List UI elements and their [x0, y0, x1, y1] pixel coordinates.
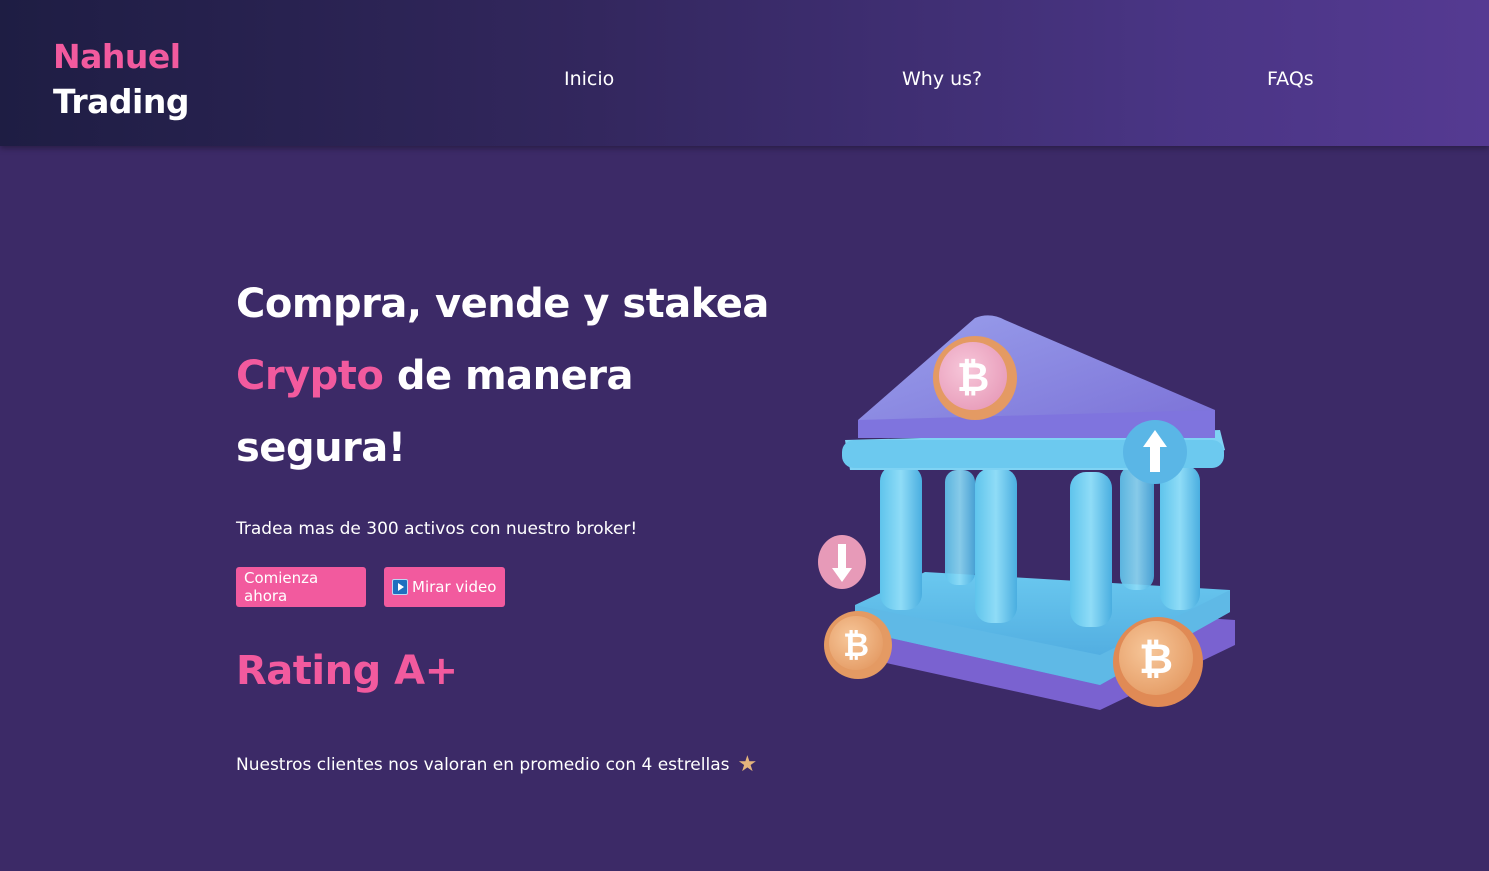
- brand-name-line2: Trading: [53, 82, 189, 121]
- hero-title-line2: de manera: [383, 353, 634, 399]
- nav-link-why-us[interactable]: Why us?: [902, 68, 982, 90]
- watch-video-button[interactable]: Mirar video: [384, 567, 505, 607]
- hero-title-highlight: Crypto: [236, 353, 384, 399]
- nav-link-inicio[interactable]: Inicio: [564, 68, 614, 90]
- brand-name-line1: Nahuel: [53, 37, 181, 76]
- navbar: Nahuel Trading Inicio Why us? FAQs: [0, 0, 1489, 146]
- bank-bitcoin-illustration: ₿ ₿ ₿: [818, 315, 1235, 710]
- svg-text:₿: ₿: [1139, 634, 1173, 683]
- start-now-label: Comienza ahora: [244, 569, 319, 605]
- hero-title: Compra, vende y stakea Crypto de manera …: [236, 268, 769, 484]
- svg-text:₿: ₿: [957, 355, 990, 401]
- play-icon: [392, 579, 408, 595]
- watch-video-label: Mirar video: [412, 578, 497, 596]
- star-icon: ★: [737, 752, 758, 777]
- hero-title-line3: segura!: [236, 425, 406, 471]
- rating-description: Nuestros clientes nos valoran en promedi…: [236, 754, 757, 776]
- brand-logo[interactable]: Nahuel Trading: [53, 34, 189, 124]
- rating-text: Nuestros clientes nos valoran en promedi…: [236, 755, 730, 775]
- svg-text:₿: ₿: [843, 626, 869, 664]
- hero-title-line1: Compra, vende y stakea: [236, 281, 769, 327]
- start-now-button[interactable]: Comienza ahora: [236, 567, 366, 607]
- nav-link-faqs[interactable]: FAQs: [1267, 68, 1314, 90]
- rating-title: Rating A+: [236, 648, 458, 694]
- hero-tagline: Tradea mas de 300 activos con nuestro br…: [236, 519, 638, 539]
